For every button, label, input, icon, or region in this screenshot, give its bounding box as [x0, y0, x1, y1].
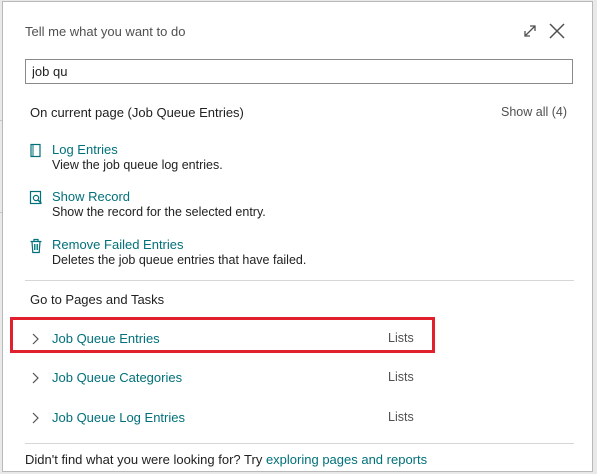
expand-icon[interactable] — [519, 20, 541, 42]
action-name[interactable]: Remove Failed Entries — [52, 237, 184, 252]
nav-item-job-queue-log-entries[interactable]: Job Queue Log Entries Lists — [27, 408, 427, 430]
highlight-box — [10, 317, 435, 353]
chevron-right-icon — [31, 411, 40, 425]
action-desc: Deletes the job queue entries that have … — [52, 253, 307, 267]
show-all-link[interactable]: Show all (4) — [501, 105, 567, 119]
nav-item-category: Lists — [388, 410, 414, 424]
current-page-heading: On current page (Job Queue Entries) — [30, 105, 244, 120]
tell-me-dialog: Tell me what you want to do On current p… — [2, 1, 593, 472]
search-record-icon — [29, 190, 43, 206]
close-icon[interactable] — [546, 20, 568, 42]
action-log-entries[interactable]: Log Entries View the job queue log entri… — [29, 142, 429, 178]
search-input[interactable] — [25, 59, 573, 84]
action-show-record[interactable]: Show Record Show the record for the sele… — [29, 189, 429, 225]
nav-item-job-queue-categories[interactable]: Job Queue Categories Lists — [27, 368, 427, 390]
nav-item-label[interactable]: Job Queue Log Entries — [52, 410, 185, 425]
nav-item-category: Lists — [388, 370, 414, 384]
chevron-right-icon — [31, 371, 40, 385]
action-desc: Show the record for the selected entry. — [52, 205, 266, 219]
document-icon — [29, 143, 43, 159]
action-name[interactable]: Show Record — [52, 189, 130, 204]
action-name[interactable]: Log Entries — [52, 142, 118, 157]
action-desc: View the job queue log entries. — [52, 158, 223, 172]
action-remove-failed-entries[interactable]: Remove Failed Entries Deletes the job qu… — [29, 237, 429, 273]
dialog-title: Tell me what you want to do — [25, 24, 186, 39]
trash-icon — [29, 238, 43, 254]
footer-divider — [25, 443, 574, 444]
footer-text: Didn't find what you were looking for? T… — [25, 452, 263, 467]
pages-tasks-heading: Go to Pages and Tasks — [30, 292, 165, 307]
footer: Didn't find what you were looking for? T… — [25, 452, 427, 467]
section-divider — [25, 280, 574, 281]
explore-pages-link[interactable]: exploring pages and reports — [266, 452, 427, 467]
nav-item-label[interactable]: Job Queue Categories — [52, 370, 182, 385]
